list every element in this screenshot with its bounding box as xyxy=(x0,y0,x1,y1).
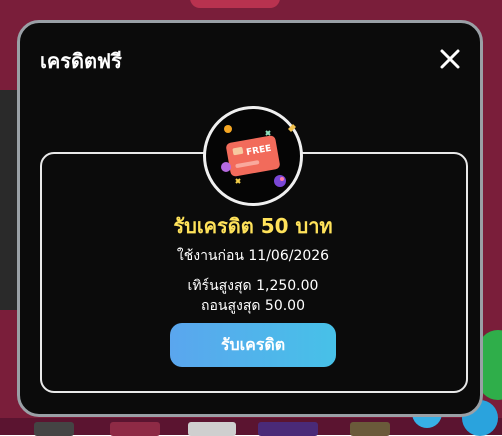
lobby-logo-fragment xyxy=(190,0,280,8)
close-button[interactable] xyxy=(438,47,462,71)
credit-amount-title: รับเครดิต 50 บาท xyxy=(173,214,333,238)
free-credit-card-icon: FREE xyxy=(203,106,303,206)
modal-title: เครดิตฟรี xyxy=(40,49,122,73)
lobby-game-tile xyxy=(350,422,390,436)
expiry-text: ใช้งานก่อน 11/06/2026 xyxy=(176,248,330,264)
lobby-game-tile xyxy=(188,422,236,436)
max-withdraw-text: ถอนสูงสุด 50.00 xyxy=(200,298,305,314)
claim-credit-button[interactable]: รับเครดิต xyxy=(170,323,336,367)
close-icon xyxy=(440,49,460,69)
lobby-game-tile xyxy=(34,422,74,436)
lobby-game-tile xyxy=(110,422,160,436)
lobby-game-tile xyxy=(258,422,318,436)
free-credit-modal: เครดิตฟรี FREE รับเครดิต 50 บาท ใช้งานก่… xyxy=(17,20,483,417)
max-turnover-text: เทิร์นสูงสุด 1,250.00 xyxy=(187,278,319,294)
